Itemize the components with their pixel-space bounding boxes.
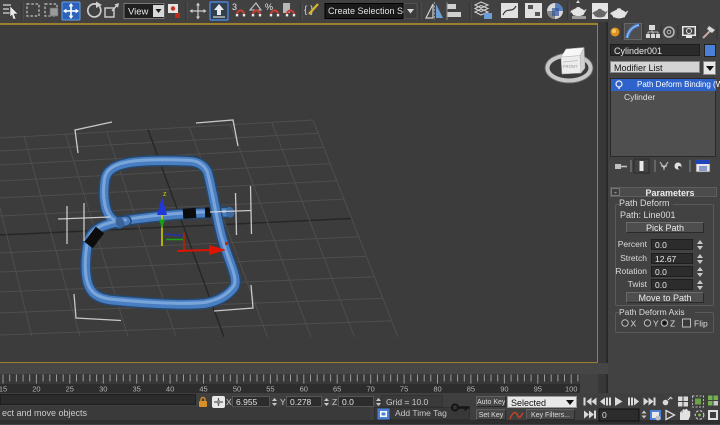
svg-text:100: 100: [565, 385, 578, 394]
svg-text:FRONT: FRONT: [563, 64, 578, 69]
svg-text:X: X: [631, 319, 637, 329]
svg-text:35: 35: [133, 385, 141, 394]
svg-text:45: 45: [199, 385, 207, 394]
svg-text:z: z: [163, 191, 167, 198]
svg-text:95: 95: [534, 385, 542, 394]
svg-text:+: +: [670, 396, 673, 402]
svg-text:80: 80: [433, 385, 441, 394]
svg-text:15: 15: [0, 385, 7, 394]
svg-text:25: 25: [66, 385, 74, 394]
svg-text:Flip: Flip: [694, 319, 708, 329]
svg-text:3: 3: [232, 2, 237, 12]
svg-text:30: 30: [99, 385, 107, 394]
svg-text:75: 75: [400, 385, 408, 394]
svg-text:View: View: [128, 7, 149, 18]
svg-text:0: 0: [602, 410, 607, 420]
svg-text:85: 85: [467, 385, 475, 394]
svg-text:40: 40: [166, 385, 174, 394]
svg-text:Create Selection Se: Create Selection Se: [328, 6, 408, 16]
svg-text:Y: Y: [653, 319, 659, 329]
svg-text:65: 65: [333, 385, 341, 394]
svg-text:55: 55: [266, 385, 274, 394]
svg-text:50: 50: [233, 385, 241, 394]
svg-text:Z: Z: [670, 319, 675, 329]
svg-text:70: 70: [367, 385, 375, 394]
svg-text:90: 90: [500, 385, 508, 394]
svg-text:20: 20: [32, 385, 40, 394]
svg-text:60: 60: [300, 385, 308, 394]
